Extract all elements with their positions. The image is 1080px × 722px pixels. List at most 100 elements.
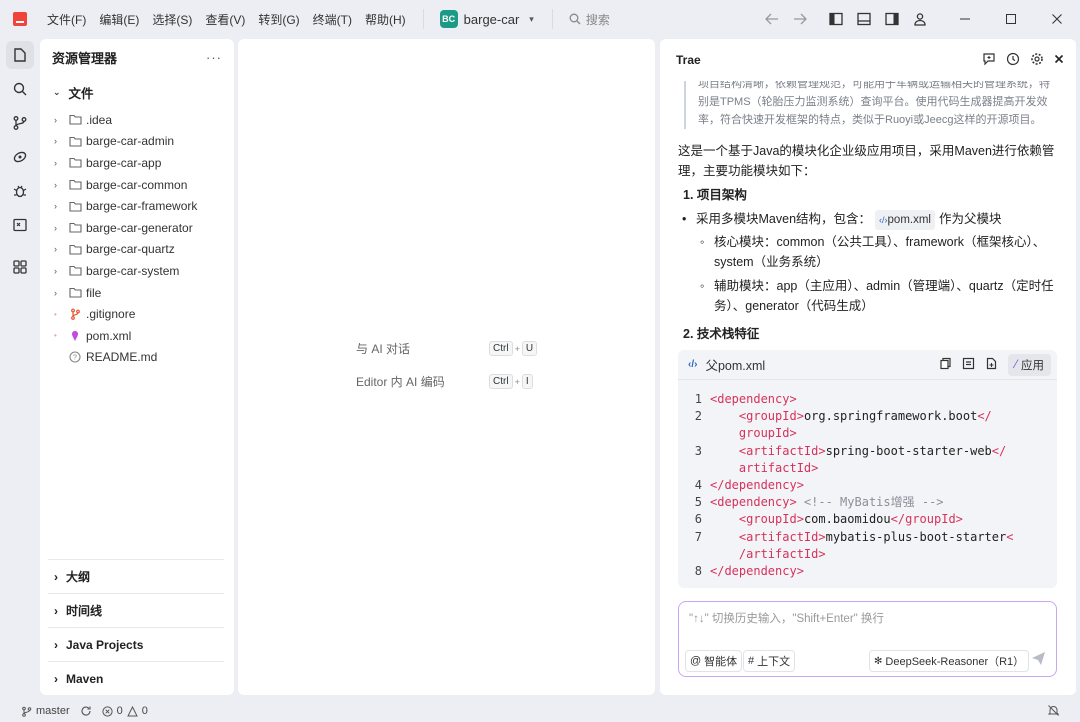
settings-icon[interactable] — [1030, 52, 1044, 69]
heading-architecture: 1. 项目架构 — [683, 188, 747, 202]
menu-goto[interactable]: 转到(G) — [258, 11, 299, 28]
menu-help[interactable]: 帮助(H) — [365, 11, 406, 28]
chevron-down-icon: ▾ — [529, 13, 534, 24]
branch-indicator[interactable]: master — [21, 705, 70, 717]
toggle-left-panel-icon[interactable] — [822, 5, 850, 33]
menu-terminal[interactable]: 终端(T) — [313, 11, 352, 28]
xml-tag: <groupId> — [738, 512, 804, 527]
tree-item[interactable]: • pom.xml — [40, 325, 234, 347]
sync-icon[interactable] — [80, 705, 92, 717]
model-selector[interactable]: ✻ DeepSeek-Reasoner（R1） — [869, 650, 1030, 672]
chat-input[interactable]: "↑↓" 切换历史输入，"Shift+Enter" 换行 @ 智能体 # 上下文 ✻… — [678, 601, 1057, 677]
shortcut-ai-chat: 与 AI 对话 Ctrl + U — [356, 340, 546, 357]
tree-item[interactable]: › .idea — [40, 109, 234, 131]
files-section-header[interactable]: ⌄ 文件 — [40, 75, 234, 109]
maximize-icon[interactable] — [988, 0, 1034, 38]
account-icon[interactable] — [906, 5, 934, 33]
tree-item[interactable]: • .gitignore — [40, 303, 234, 325]
send-icon[interactable] — [1031, 651, 1046, 669]
code-text: /artifactId> — [710, 546, 826, 563]
close-icon[interactable] — [1034, 0, 1080, 38]
section-maven[interactable]: › Maven — [48, 661, 224, 695]
editor-area: 与 AI 对话 Ctrl + U Editor 内 AI 编码 Ctrl + I — [238, 39, 655, 695]
code-token: com.baomidou — [803, 512, 891, 527]
close-panel-icon[interactable] — [1054, 53, 1064, 67]
add-file-icon[interactable] — [985, 357, 998, 373]
warning-count: 0 — [141, 705, 148, 717]
tree-item[interactable]: › barge-car-app — [40, 152, 234, 174]
code-line: /artifactId> — [678, 546, 1057, 563]
search-box[interactable]: 搜索 — [551, 9, 610, 29]
file-reference[interactable]: ‹/›pom.xml — [875, 210, 935, 230]
context-label: 上下文 — [757, 656, 791, 668]
chevron-right-icon: › — [54, 244, 57, 255]
minimize-icon[interactable] — [942, 0, 988, 38]
remote-icon[interactable] — [6, 143, 34, 171]
project-switcher[interactable]: BC barge-car ▾ — [422, 9, 534, 29]
xml-tag: </groupId> — [890, 512, 963, 527]
xml-tag: groupId> — [738, 426, 797, 441]
tree-item-label: file — [86, 285, 102, 300]
history-icon[interactable] — [1006, 52, 1020, 69]
source-control-icon[interactable] — [6, 109, 34, 137]
line-number: 6 — [694, 512, 702, 527]
chevron-right-icon: › — [54, 114, 57, 125]
line-number: 1 — [694, 392, 702, 406]
tree-item[interactable]: ? README.md — [40, 347, 234, 369]
xml-file-icon — [68, 329, 82, 343]
xml-tag: artifactId> — [738, 460, 819, 475]
bullet-text: 务）、generator（代码生成） — [714, 299, 874, 313]
menu-file[interactable]: 文件(F) — [47, 11, 86, 28]
folder-icon — [68, 113, 82, 127]
tree-item[interactable]: › barge-car-quartz — [40, 239, 234, 261]
key-u: U — [521, 341, 538, 356]
heading-tech-stack: 2. 技术栈特征 — [683, 327, 760, 341]
code-token: spring-boot-starter-web — [825, 443, 992, 458]
agent-button[interactable]: @ 智能体 — [685, 650, 743, 672]
section-timeline[interactable]: › 时间线 — [48, 593, 224, 627]
back-arrow-icon[interactable] — [758, 5, 786, 33]
code-line: 1 <dependency> — [678, 391, 1057, 408]
more-actions-icon[interactable]: ··· — [206, 50, 222, 65]
code-text: <groupId>com.baomidou</groupId> — [710, 511, 963, 528]
context-button[interactable]: # 上下文 — [743, 650, 796, 672]
terminal-panel-icon[interactable] — [6, 211, 34, 239]
problems-indicator[interactable]: 0 0 — [102, 705, 148, 717]
section-outline[interactable]: › 大纲 — [48, 559, 224, 593]
tree-item[interactable]: › barge-car-framework — [40, 195, 234, 217]
folder-icon — [68, 264, 82, 278]
forward-arrow-icon[interactable] — [786, 5, 814, 33]
copy-icon[interactable] — [939, 357, 952, 373]
extensions-icon[interactable] — [6, 253, 34, 281]
explorer-icon[interactable] — [6, 41, 34, 69]
new-chat-icon[interactable] — [982, 52, 996, 69]
explorer-panel: 资源管理器 ··· ⌄ 文件 › .idea › barge-car-admin › ba… — [40, 39, 234, 695]
toggle-right-panel-icon[interactable] — [878, 5, 906, 33]
section-label: 时间线 — [66, 604, 103, 618]
tree-item[interactable]: › barge-car-system — [40, 260, 234, 282]
code-line: groupId> — [678, 425, 1057, 442]
section-java-projects[interactable]: › Java Projects — [48, 627, 224, 661]
tree-item[interactable]: › barge-car-admin — [40, 131, 234, 153]
xml-tag: <groupId> — [738, 409, 804, 424]
menu-selection[interactable]: 选择(S) — [152, 11, 192, 28]
tree-item[interactable]: › barge-car-common — [40, 174, 234, 196]
folder-icon — [68, 134, 82, 148]
menu-view[interactable]: 查看(V) — [205, 11, 245, 28]
menu-edit[interactable]: 编辑(E) — [99, 11, 139, 28]
notifications-muted-icon[interactable] — [1047, 704, 1060, 720]
apply-button[interactable]: ⁄ 应用 — [1008, 353, 1051, 376]
xml-tag: < — [1006, 529, 1014, 544]
search-icon[interactable] — [6, 75, 34, 103]
toggle-bottom-panel-icon[interactable] — [850, 5, 878, 33]
tree-item[interactable]: › file — [40, 282, 234, 304]
insert-terminal-icon[interactable] — [962, 357, 975, 373]
debug-icon[interactable] — [6, 177, 34, 205]
code-text: groupId> — [710, 425, 797, 442]
key-ctrl: Ctrl — [489, 374, 513, 389]
xml-tag: /artifactId> — [738, 546, 826, 561]
tree-item[interactable]: › barge-car-generator — [40, 217, 234, 239]
